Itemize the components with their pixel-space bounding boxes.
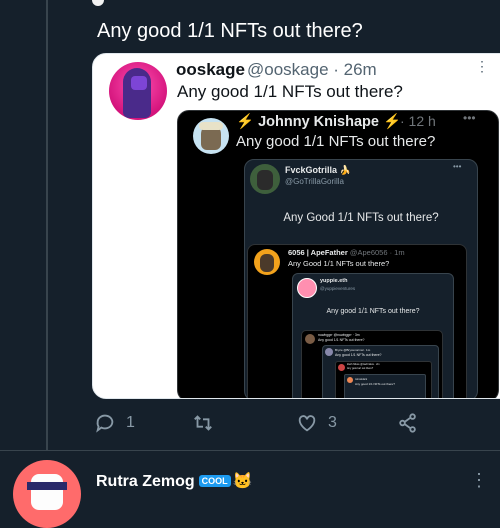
author-name[interactable]: ⚡ Johnny Knishape ⚡ [236, 113, 401, 130]
reply-count: 1 [126, 414, 135, 431]
tweet-text: Any good 1/1 NFTs out there? [236, 133, 436, 150]
like-button[interactable]: 3 [296, 408, 337, 438]
retweet-icon [194, 415, 212, 431]
author-name[interactable]: ooskage [176, 60, 245, 80]
author-line: nuwbggrr @nuwbggrr · 3m [318, 333, 360, 337]
author-line: Zach Nikos @zachnikos · 2m [347, 363, 380, 366]
cool-badge-icon: COOL [198, 475, 231, 487]
bolt-icon: ⚡ [382, 114, 402, 130]
tweet-actions: 1 3 [92, 408, 500, 438]
bolt-icon: ⚡ [236, 114, 255, 130]
more-icon[interactable]: ••• [463, 111, 476, 125]
avatar[interactable] [13, 460, 81, 528]
more-icon[interactable]: ••• [453, 162, 461, 171]
share-icon [399, 413, 416, 433]
avatar[interactable] [254, 249, 280, 275]
tweet-text: Any good art out there? [347, 367, 374, 370]
quoted-tweet-nested[interactable]: minoxidant Any good 1/1 NFTs out there? [344, 374, 426, 398]
thread-line [46, 0, 48, 450]
avatar[interactable] [250, 164, 280, 194]
tweet-text: Any Good 1/1 NFTs out there? [283, 212, 439, 224]
cat-emoji: 🐱 [232, 473, 253, 490]
avatar [305, 334, 315, 344]
divider [0, 450, 500, 451]
avatar[interactable] [109, 62, 167, 120]
author-handle: @GoTrillaGorilla [285, 177, 344, 186]
quoted-tweet-nested[interactable]: Bryce @Brycenormal · 1m Any good 1/1 NFT… [322, 345, 439, 398]
avatar [347, 377, 353, 383]
like-count: 3 [328, 414, 337, 431]
author-line: Bryce @Brycenormal · 1m [335, 348, 371, 352]
author-name[interactable]: 6056 | ApeFather @Ape6056 · 1m [288, 248, 405, 257]
quoted-tweet-ooskage[interactable]: ooskage @ooskage · 26m ⋮ Any good 1/1 NF… [92, 53, 500, 399]
author-name[interactable]: Rutra Zemog COOL 🐱 [96, 471, 253, 491]
avatar[interactable] [193, 118, 229, 154]
tweet-text: Any good 1/1 NFTs out there? [335, 353, 382, 357]
tweet-time: · 12 h [400, 113, 436, 129]
author-name[interactable]: FvckGotrilla 🍌 [285, 165, 351, 176]
more-icon[interactable]: ⋮ [475, 58, 489, 75]
tweet-text: Any good 1/1 NFTs out there? [318, 338, 365, 342]
tweet-text: Any Good 1/1 NFTs out there? [288, 259, 390, 268]
quoted-tweet-gotrilla[interactable]: FvckGotrilla 🍌 @GoTrillaGorilla ••• Any … [244, 159, 478, 398]
tweet-text: Any good 1/1 NFTs out there? [97, 20, 363, 42]
avatar[interactable] [297, 278, 317, 298]
quoted-tweet-nested[interactable]: Zach Nikos @zachnikos · 2m Any good art … [335, 361, 432, 398]
quoted-tweet-johnny[interactable]: ⚡ Johnny Knishape ⚡ · 12 h ••• Any good … [177, 110, 499, 398]
avatar [325, 348, 333, 356]
share-button[interactable] [397, 408, 419, 438]
avatar [92, 0, 104, 6]
author-line: minoxidant [355, 378, 368, 381]
avatar [338, 364, 345, 371]
retweet-button[interactable] [192, 408, 224, 438]
reply-button[interactable]: 1 [94, 408, 135, 438]
author-handle-time: @ooskage · 26m [247, 60, 377, 79]
reply-icon [96, 414, 114, 433]
more-icon[interactable]: ⋮ [470, 470, 488, 491]
quoted-tweet-yuppie[interactable]: yuppie.eth @yuppieventures Any good 1/1 … [292, 273, 454, 398]
quoted-tweet-nested[interactable]: nuwbggrr @nuwbggrr · 3m Any good 1/1 NFT… [301, 330, 443, 398]
tweet-text: Any good 1/1 NFTs out there? [326, 308, 420, 315]
author-name[interactable]: yuppie.eth [320, 278, 348, 284]
tweet-text: Any good 1/1 NFTs out there? [355, 382, 395, 386]
tweet-text: Any good 1/1 NFTs out there? [177, 82, 403, 101]
author-handle: @yuppieventures [320, 286, 356, 291]
quoted-tweet-apefather[interactable]: 6056 | ApeFather @Ape6056 · 1m Any Good … [247, 244, 467, 398]
like-icon [298, 415, 316, 432]
